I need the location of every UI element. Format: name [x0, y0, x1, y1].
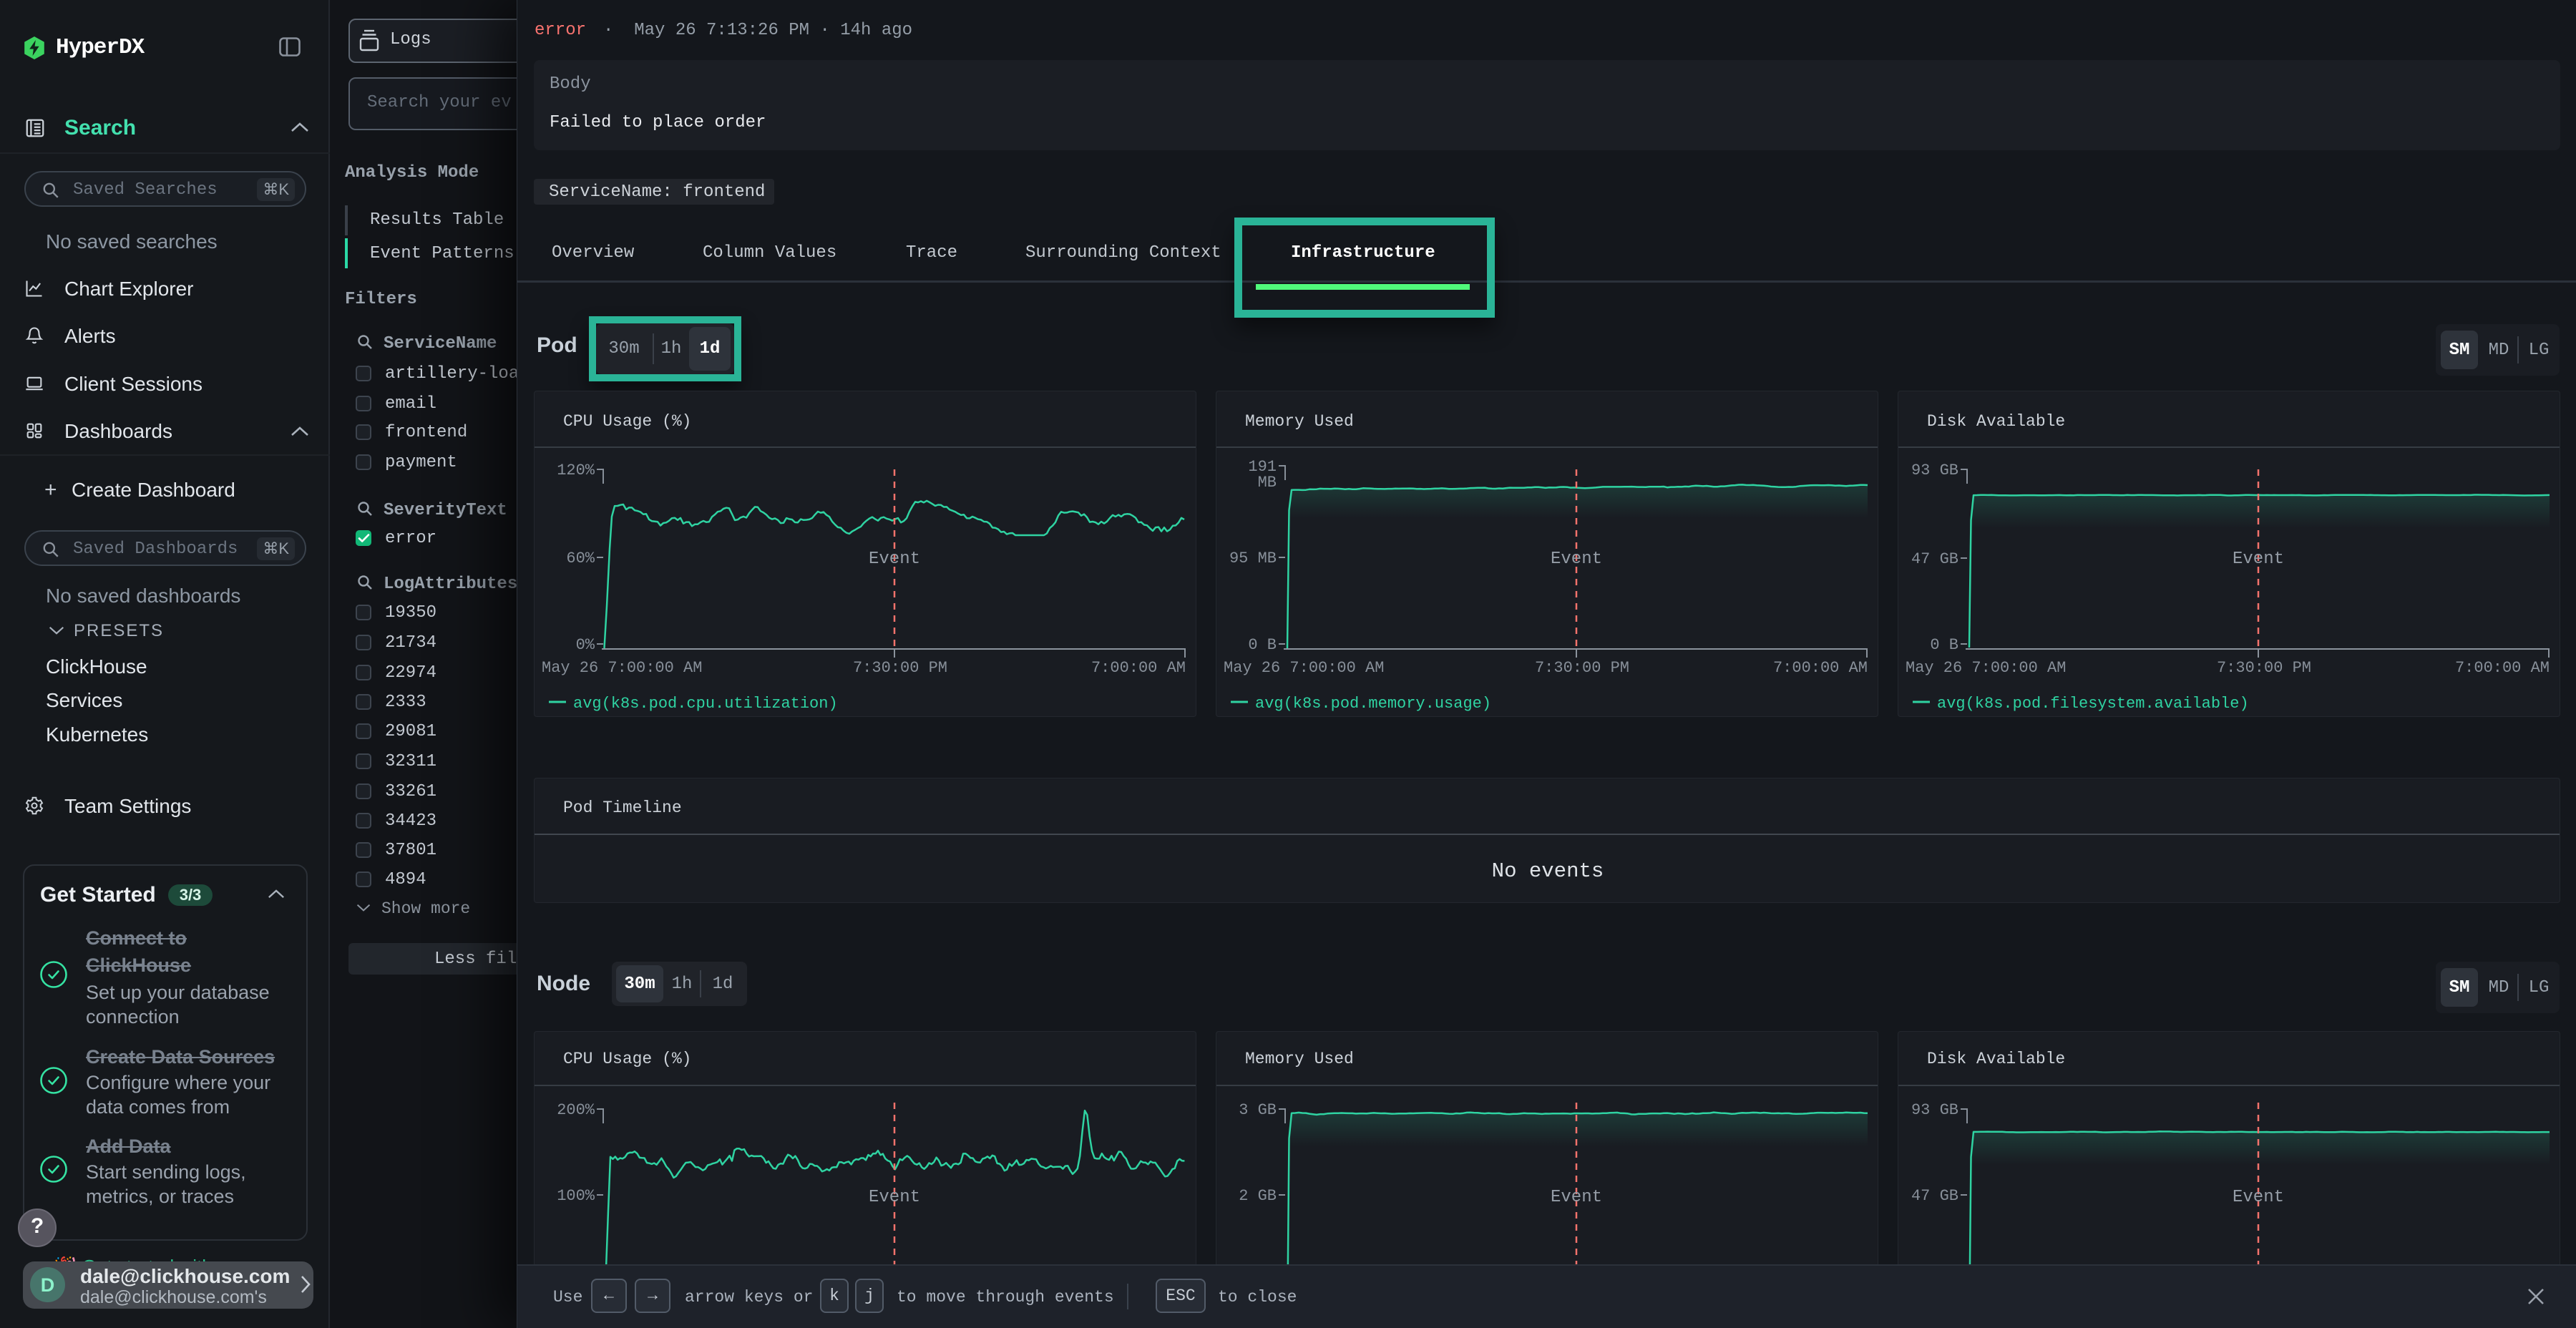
svg-text:7:30:00 PM: 7:30:00 PM	[2217, 659, 2311, 677]
svg-text:Disk Available: Disk Available	[1927, 412, 2065, 431]
svg-text:47 GB: 47 GB	[1911, 1187, 1958, 1205]
svg-text:avg(k8s.pod.cpu.utilization): avg(k8s.pod.cpu.utilization)	[573, 695, 838, 713]
svg-text:Memory Used: Memory Used	[1245, 412, 1354, 431]
svg-text:93 GB: 93 GB	[1911, 462, 1958, 479]
svg-text:May 26 7:00:00 AM: May 26 7:00:00 AM	[1906, 659, 2066, 677]
svg-text:May 26 7:00:00 AM: May 26 7:00:00 AM	[1224, 659, 1384, 677]
svg-text:47 GB: 47 GB	[1911, 550, 1958, 568]
svg-text:MB: MB	[1258, 474, 1277, 492]
svg-text:Event: Event	[2233, 550, 2284, 569]
svg-text:7:00:00 AM: 7:00:00 AM	[1091, 659, 1186, 677]
svg-text:Event: Event	[1551, 1188, 1602, 1207]
svg-text:Memory Used: Memory Used	[1245, 1050, 1354, 1068]
svg-text:Event: Event	[869, 550, 920, 569]
svg-text:7:00:00 AM: 7:00:00 AM	[1773, 659, 1868, 677]
svg-text:200%: 200%	[557, 1101, 595, 1119]
svg-text:avg(k8s.pod.filesystem.availab: avg(k8s.pod.filesystem.available)	[1937, 695, 2249, 713]
svg-text:100%: 100%	[557, 1187, 595, 1205]
svg-text:7:30:00 PM: 7:30:00 PM	[853, 659, 947, 677]
svg-text:Event: Event	[2233, 1188, 2284, 1207]
svg-text:120%: 120%	[557, 462, 595, 479]
svg-text:Disk Available: Disk Available	[1927, 1050, 2065, 1068]
svg-text:7:30:00 PM: 7:30:00 PM	[1535, 659, 1629, 677]
svg-text:CPU Usage (%): CPU Usage (%)	[563, 412, 691, 431]
svg-text:60%: 60%	[566, 550, 595, 567]
svg-text:0 B: 0 B	[1248, 636, 1277, 654]
svg-text:May 26 7:00:00 AM: May 26 7:00:00 AM	[542, 659, 702, 677]
svg-text:95 MB: 95 MB	[1229, 550, 1277, 567]
svg-text:CPU Usage (%): CPU Usage (%)	[563, 1050, 691, 1068]
svg-text:avg(k8s.pod.memory.usage): avg(k8s.pod.memory.usage)	[1255, 695, 1491, 713]
svg-text:2 GB: 2 GB	[1239, 1187, 1277, 1205]
svg-text:3 GB: 3 GB	[1239, 1101, 1277, 1119]
svg-text:Event: Event	[1551, 550, 1602, 569]
svg-text:7:00:00 AM: 7:00:00 AM	[2455, 659, 2550, 677]
svg-text:Event: Event	[869, 1188, 920, 1207]
svg-text:0%: 0%	[576, 636, 595, 654]
svg-text:93 GB: 93 GB	[1911, 1101, 1958, 1119]
svg-text:0 B: 0 B	[1930, 636, 1958, 654]
